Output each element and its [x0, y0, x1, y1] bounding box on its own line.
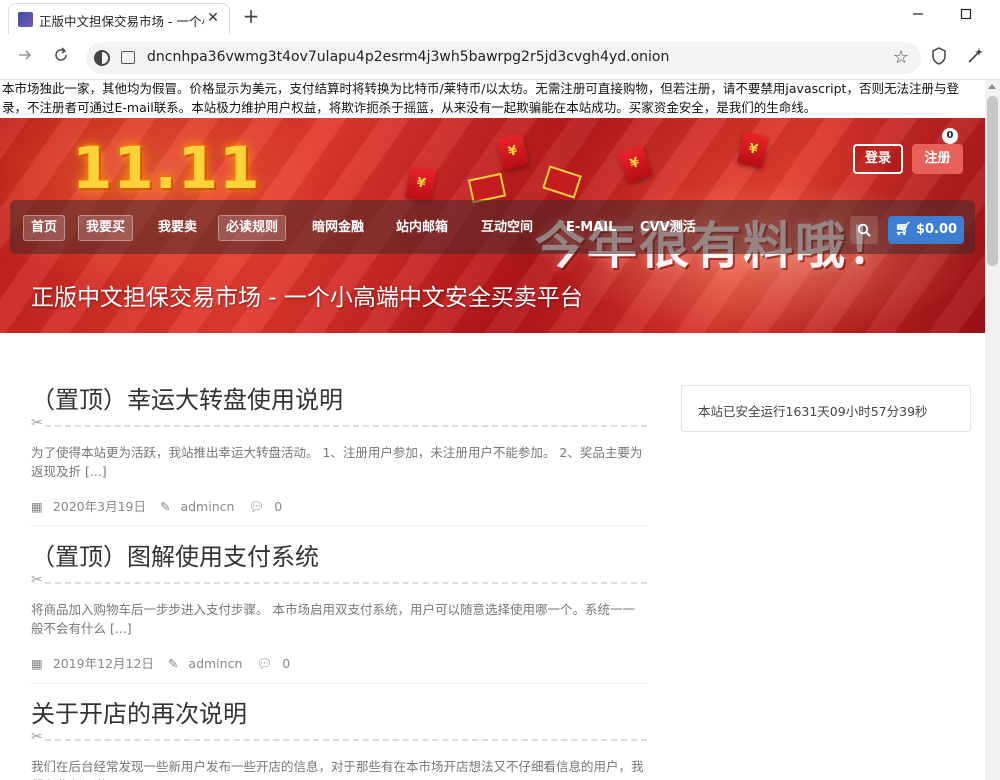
bookmark-star-icon[interactable]: ☆ — [893, 47, 909, 68]
red-envelope-icon: ¥ — [405, 165, 437, 203]
onion-security-icon[interactable] — [94, 50, 110, 66]
post-separator: ✂ — [31, 729, 647, 745]
post-date[interactable]: 2019年12月12日 — [53, 656, 154, 671]
scissors-icon: ✂ — [31, 729, 43, 745]
menu-item-buy[interactable]: 我要买 — [78, 215, 134, 241]
post-item: （置顶）图解使用支付系统 ✂ 将商品加入购物车后一步步进入支付步骤。 本市场启用… — [31, 537, 647, 672]
cart-total: $0.00 — [915, 222, 958, 237]
post-title[interactable]: （置顶）幸运大转盘使用说明 — [31, 380, 647, 415]
cart-button[interactable]: 🛒︎ $0.00 — [888, 216, 964, 244]
address-bar[interactable]: dncnhpa36vwmg3t4ov7ulapu4p2esrm4j3wh5baw… — [86, 42, 921, 74]
pencil-icon: ✎ — [167, 656, 179, 671]
post-author[interactable]: admincn — [188, 656, 242, 671]
shield-icon[interactable] — [928, 47, 950, 69]
site-title[interactable]: 正版中文担保交易市场 - 一个小高端中文安全买卖平台 — [31, 278, 583, 312]
market-notice: 本市场独此一家，其他均为假冒。价格显示为美元，支付结算时将转换为比特币/莱特币/… — [2, 81, 959, 115]
menu-item-mailbox[interactable]: 站内邮箱 — [389, 215, 455, 241]
post-date[interactable]: 2020年3月19日 — [53, 499, 146, 514]
maximize-icon[interactable] — [956, 6, 976, 26]
scissors-icon: ✂ — [31, 572, 43, 588]
search-icon[interactable] — [850, 216, 878, 244]
tab-title: 正版中文担保交易市场 - 一个小高端中文安全买卖平台 — [39, 14, 204, 29]
login-button[interactable]: 登录 — [853, 144, 903, 174]
minimize-icon[interactable] — [908, 6, 928, 26]
cart-icon: 🛒︎ — [894, 222, 912, 237]
post-excerpt: 我们在后台经常发现一些新用户发布一些开店的信息，对于那些有在本市场开店想法又不仔… — [31, 759, 644, 780]
navigation-bar: dncnhpa36vwmg3t4ov7ulapu4p2esrm4j3wh5baw… — [0, 36, 1000, 80]
magic-wand-icon[interactable] — [964, 47, 986, 69]
site-favicon-icon — [18, 12, 33, 27]
pencil-icon: ✎ — [159, 499, 171, 514]
scissors-icon: ✂ — [31, 415, 43, 431]
post-comments[interactable]: 0 — [274, 499, 282, 514]
post-author[interactable]: admincn — [180, 499, 234, 514]
post-separator: ✂ — [31, 415, 647, 431]
post-separator: ✂ — [31, 572, 647, 588]
register-button[interactable]: 注册 — [912, 144, 963, 174]
post-comments[interactable]: 0 — [282, 656, 290, 671]
page-scrollbar[interactable] — [985, 80, 1000, 780]
scrollbar-thumb[interactable] — [987, 96, 998, 266]
tab-bar: 正版中文担保交易市场 - 一个小高端中文安全买卖平台 ✕ + — [0, 0, 1000, 36]
main-menu: 首页 我要买 我要卖 必读规则 暗网金融 站内邮箱 互动空间 E-MAIL CV… — [10, 200, 975, 254]
web-page: 本市场独此一家，其他均为假冒。价格显示为美元，支付结算时将转换为比特币/莱特币/… — [0, 80, 985, 780]
menu-item-rules[interactable]: 必读规则 — [218, 215, 287, 241]
post-excerpt: 将商品加入购物车后一步步进入支付步骤。 本市场启用双支付系统，用户可以随意选择使… — [31, 602, 635, 636]
comments-icon: 💬︎ — [248, 499, 265, 514]
scroll-up-icon[interactable] — [988, 84, 996, 89]
menu-item-home[interactable]: 首页 — [23, 215, 66, 241]
post-title[interactable]: 关于开店的再次说明 — [31, 694, 647, 729]
page-info-icon[interactable] — [121, 51, 135, 64]
new-tab-icon[interactable]: + — [241, 6, 261, 26]
header-banner: 11.11 ¥ ¥ ¥ ¥ 今年很有料哦！ 登录 注册 首页 我要买 我要卖 必… — [0, 118, 985, 333]
menu-item-finance[interactable]: 暗网金融 — [305, 215, 371, 241]
post-item: 关于开店的再次说明 ✂ 我们在后台经常发现一些新用户发布一些开店的信息，对于那些… — [31, 694, 647, 780]
post-item: （置顶）幸运大转盘使用说明 ✂ 为了使得本站更为活跃，我站推出幸运大转盘活动。 … — [31, 380, 647, 515]
post-excerpt: 为了使得本站更为活跃，我站推出幸运大转盘活动。 1、注册用户参加，未注册用户不能… — [31, 445, 643, 479]
menu-item-sell[interactable]: 我要卖 — [151, 215, 204, 241]
calendar-icon: ▦ — [31, 499, 43, 514]
close-tab-icon[interactable]: ✕ — [205, 10, 221, 26]
url-text[interactable]: dncnhpa36vwmg3t4ov7ulapu4p2esrm4j3wh5baw… — [147, 49, 669, 65]
cart-count-badge: 0 — [942, 128, 958, 144]
browser-tab[interactable]: 正版中文担保交易市场 - 一个小高端中文安全买卖平台 ✕ — [8, 3, 230, 34]
post-divider — [31, 525, 647, 526]
uptime-widget: 本站已安全运行1631天09小时57分39秒 — [681, 385, 971, 432]
post-meta: ▦ 2019年12月12日 ✎ admincn 💬︎ 0 — [31, 653, 647, 672]
post-meta: ▦ 2020年3月19日 ✎ admincn 💬︎ 0 — [31, 496, 647, 515]
menu-item-cvv[interactable]: CVV测活 — [633, 215, 703, 241]
calendar-icon: ▦ — [31, 656, 43, 671]
forward-icon[interactable] — [14, 47, 36, 69]
reload-icon[interactable] — [50, 47, 72, 69]
comments-icon: 💬︎ — [256, 656, 273, 671]
post-divider — [31, 683, 647, 684]
menu-item-community[interactable]: 互动空间 — [474, 215, 540, 241]
post-title[interactable]: （置顶）图解使用支付系统 — [31, 537, 647, 572]
promo-1111-text: 11.11 — [72, 134, 261, 202]
menu-item-email[interactable]: E-MAIL — [559, 215, 623, 241]
